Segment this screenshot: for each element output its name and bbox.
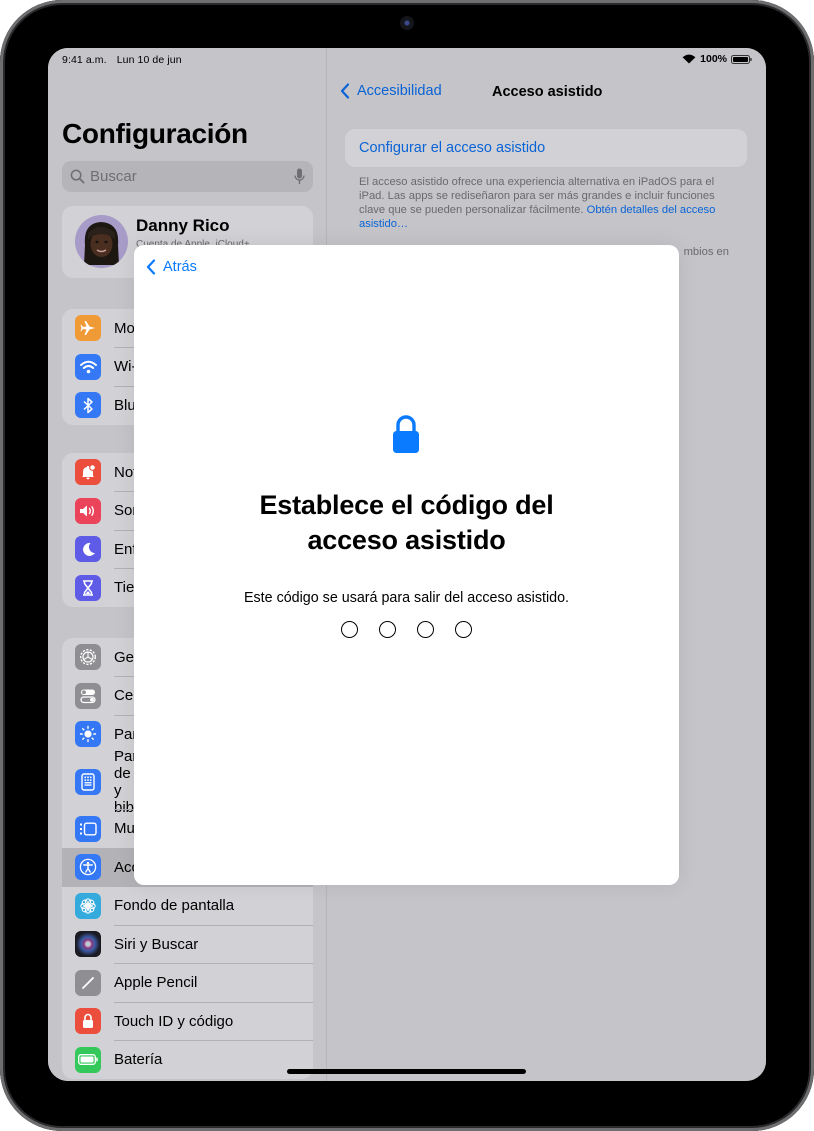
lock-icon: [393, 415, 419, 453]
sheet-title: Establece el código del acceso asistido: [134, 488, 679, 558]
passcode-dot: [379, 621, 396, 638]
passcode-dot: [455, 621, 472, 638]
chevron-left-icon: [146, 259, 156, 275]
back-label: Atrás: [163, 259, 197, 275]
sheet-message: Este código se usará para salir del acce…: [243, 590, 570, 606]
ipad-device-frame: Configuración Buscar Danny Rico Cuenta d…: [0, 0, 814, 1131]
passcode-dot: [417, 621, 434, 638]
front-camera: [400, 16, 414, 30]
set-passcode-sheet: Atrás Establece el código del acceso asi…: [134, 245, 679, 885]
screen: Configuración Buscar Danny Rico Cuenta d…: [48, 48, 766, 1081]
passcode-dot: [341, 621, 358, 638]
sheet-title-line2: acceso asistido: [307, 525, 506, 555]
home-indicator[interactable]: [287, 1069, 526, 1074]
passcode-dots[interactable]: [134, 621, 679, 638]
sheet-title-line1: Establece el código del: [259, 490, 554, 520]
top-button: [714, 0, 754, 3]
back-button[interactable]: Atrás: [146, 259, 197, 275]
